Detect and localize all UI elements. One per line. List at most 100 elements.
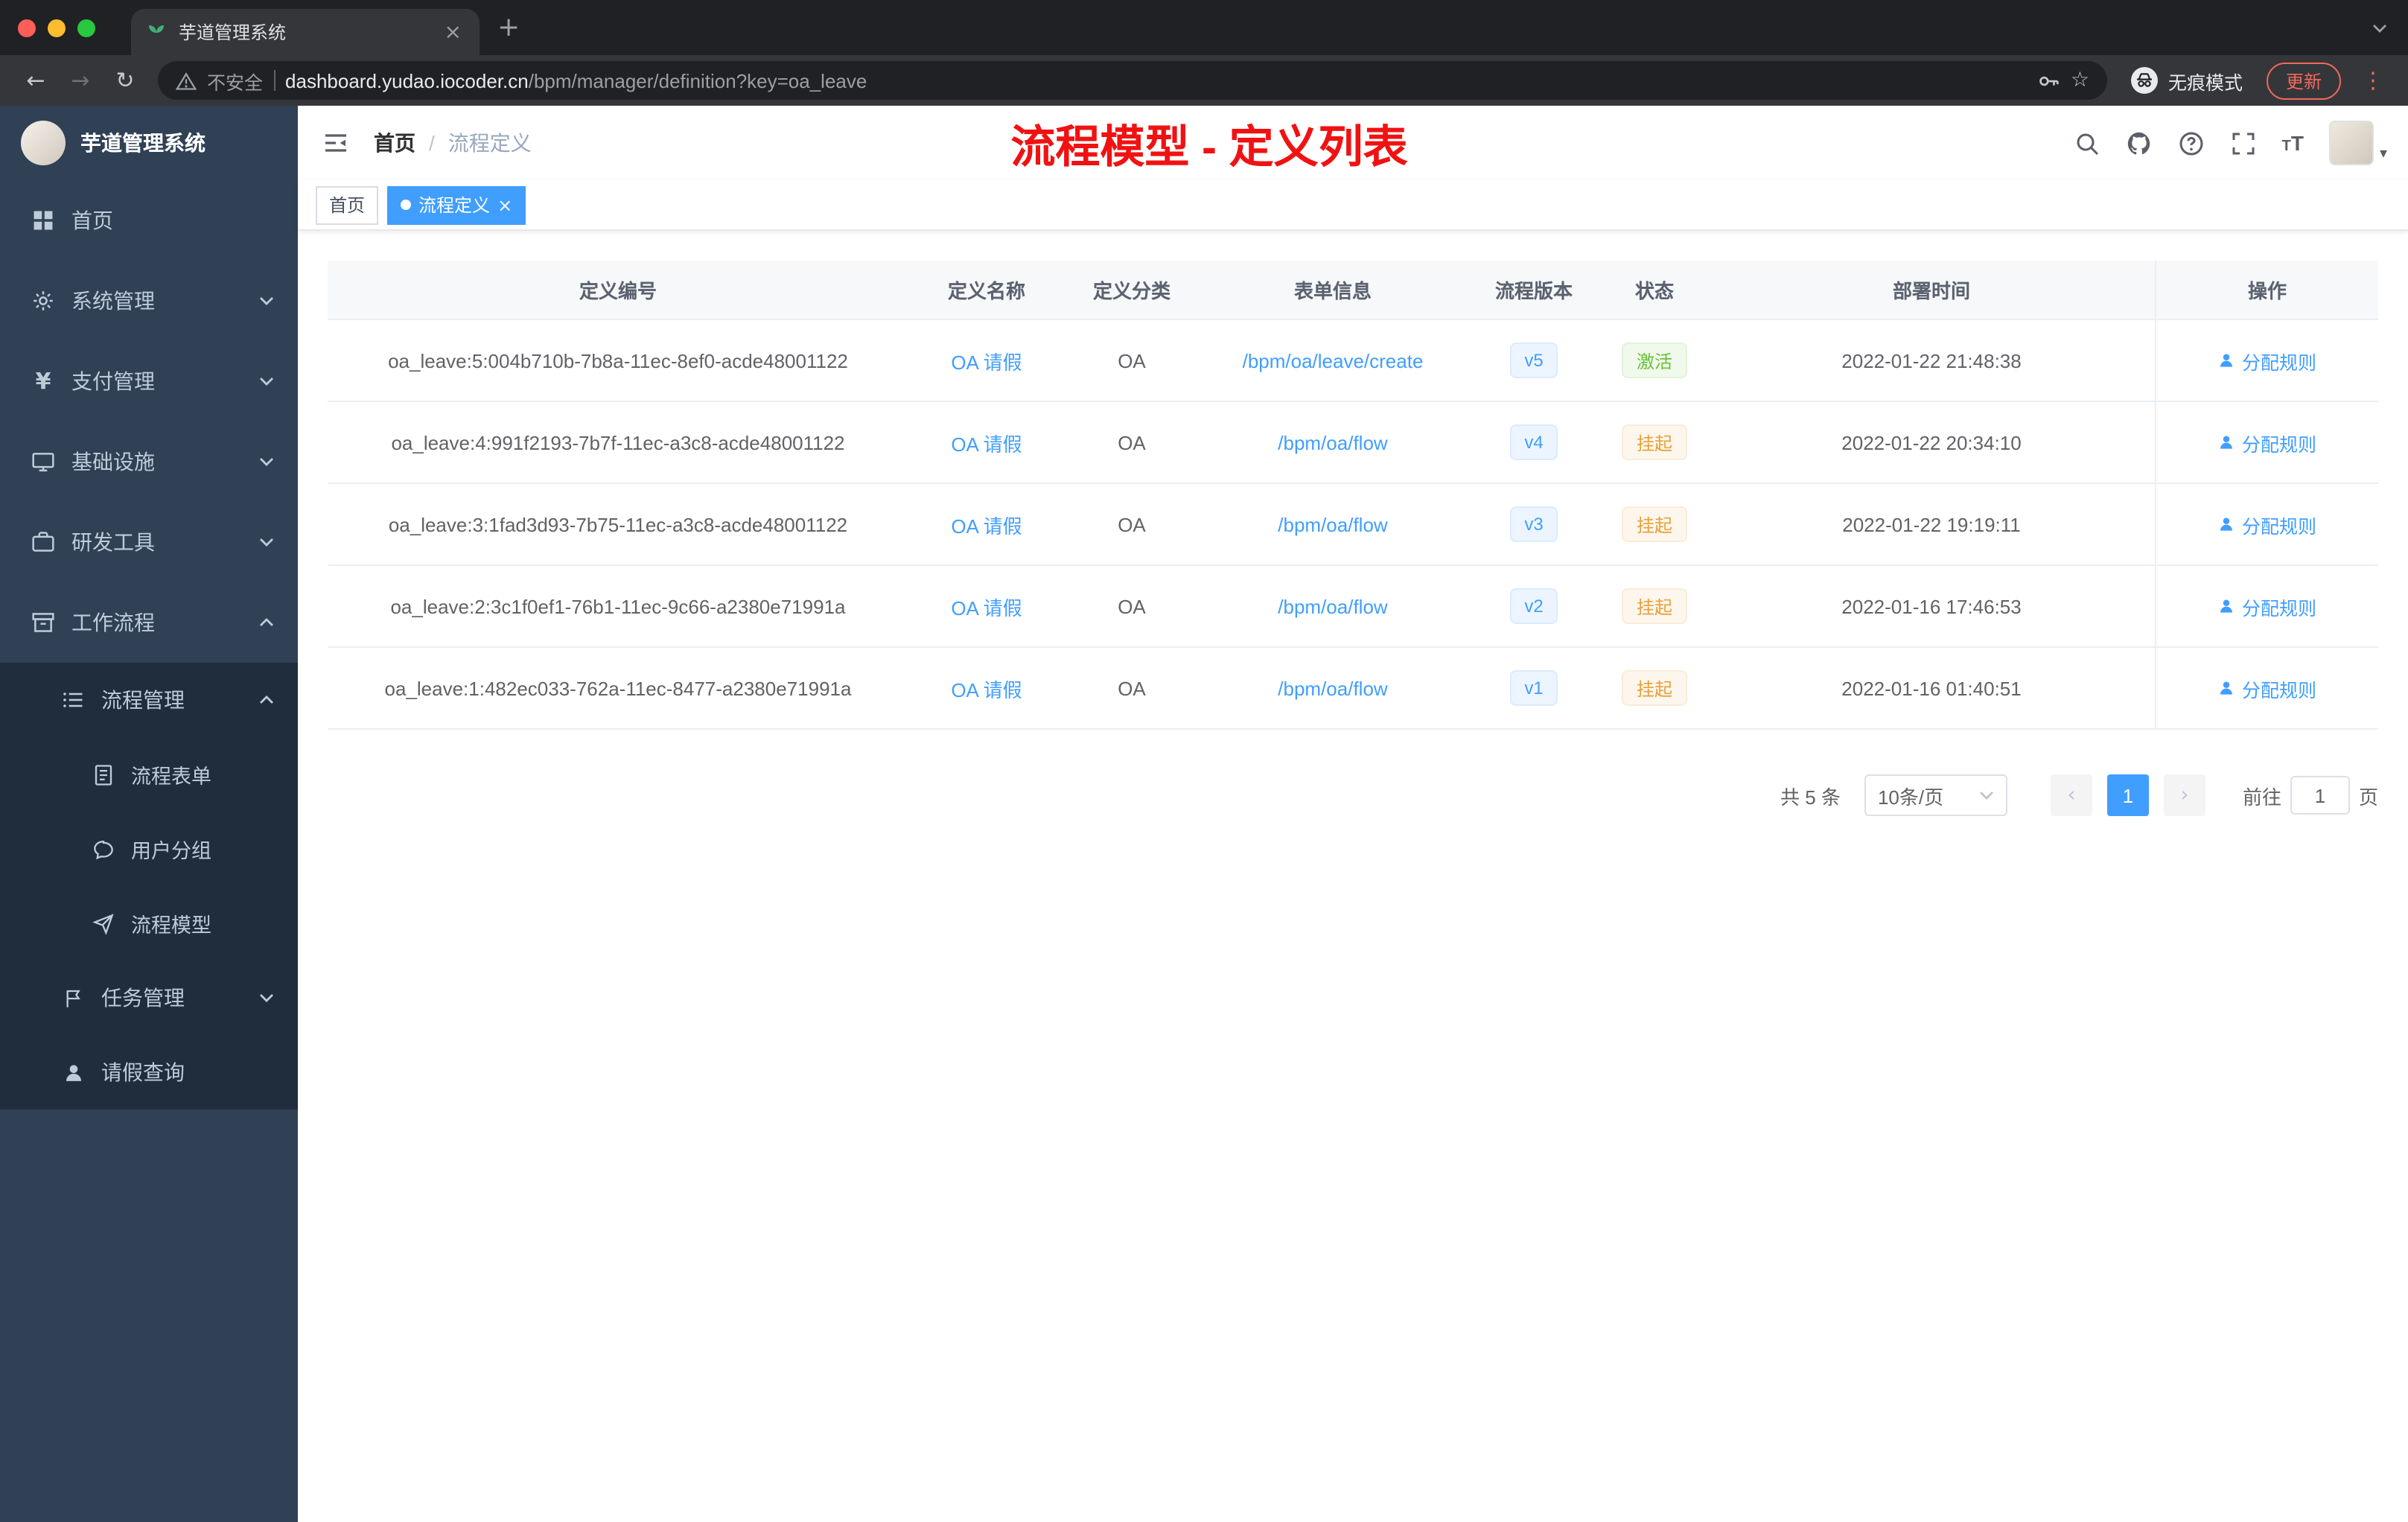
key-icon[interactable] [2038, 69, 2060, 92]
version-badge: v4 [1509, 424, 1558, 460]
definition-name-link[interactable]: OA 请假 [951, 346, 1022, 375]
status-badge: 挂起 [1621, 588, 1687, 624]
form-link[interactable]: /bpm/oa/leave/create [1243, 349, 1424, 372]
tag-process-definition[interactable]: 流程定义 × [387, 185, 526, 224]
address-bar[interactable]: 不安全 dashboard.yudao.iocoder.cn/bpm/manag… [158, 61, 2107, 100]
chevron-down-icon [1979, 792, 1993, 800]
sidebar-item-home[interactable]: 首页 [0, 180, 298, 261]
sidebar-item-workflow[interactable]: 工作流程 [0, 582, 298, 663]
form-link[interactable]: /bpm/oa/flow [1278, 513, 1387, 535]
sidebar-item-process-form[interactable]: 流程表单 [0, 737, 298, 812]
minimize-window-button[interactable] [48, 19, 66, 36]
user-icon [2220, 518, 2233, 531]
dashboard-icon [30, 207, 57, 234]
user-menu[interactable]: ▾ [2328, 121, 2387, 165]
logo-avatar [21, 121, 66, 165]
page-title-annotation: 流程模型 - 定义列表 [1010, 124, 1408, 173]
page-content: 定义编号 定义名称 定义分类 表单信息 流程版本 状态 部署时间 操作 oa_l… [298, 231, 2408, 1522]
page-number-button[interactable]: 1 [2106, 774, 2149, 816]
tab-close-icon[interactable]: × [442, 20, 465, 44]
table-row: oa_leave:1:482ec033-762a-11ec-8477-a2380… [328, 648, 2378, 730]
definition-id: oa_leave:5:004b710b-7b8a-11ec-8ef0-acde4… [388, 349, 848, 372]
sidebar-item-process-model[interactable]: 流程模型 [0, 886, 298, 961]
table-row: oa_leave:2:3c1f0ef1-76b1-11ec-9c66-a2380… [328, 566, 2378, 648]
prev-page-button[interactable]: ‹ [2050, 774, 2092, 816]
caret-down-icon: ▾ [2379, 146, 2387, 162]
sidebar-item-task-management[interactable]: 任务管理 [0, 961, 298, 1035]
definition-category: OA [1118, 595, 1146, 617]
status-badge: 挂起 [1621, 424, 1687, 460]
zoom-window-button[interactable] [77, 19, 95, 36]
table-row: oa_leave:3:1fad3d93-7b75-11ec-a3c8-acde4… [328, 484, 2378, 566]
toolbox-icon [30, 529, 57, 555]
sidebar-item-process-management[interactable]: 流程管理 [0, 663, 298, 737]
window-controls [0, 19, 110, 36]
table-header-row: 定义编号 定义名称 定义分类 表单信息 流程版本 状态 部署时间 操作 [328, 261, 2378, 320]
browser-menu-icon[interactable]: ⋮ [2353, 67, 2393, 94]
sidebar-item-system[interactable]: 系统管理 [0, 261, 298, 341]
tab-search-chevron-icon[interactable] [2351, 23, 2408, 32]
forward-button[interactable]: → [60, 67, 101, 94]
form-link[interactable]: /bpm/oa/flow [1278, 677, 1387, 699]
assign-rule-link[interactable]: 分配规则 [2218, 346, 2316, 375]
screen: 芋道管理系统 × + ← → ↻ 不安全 dashboard.yudao.ioc… [0, 0, 2408, 1522]
bookmark-star-icon[interactable]: ☆ [2071, 69, 2089, 92]
search-icon[interactable] [2074, 130, 2100, 156]
definition-category: OA [1118, 513, 1146, 535]
next-page-button[interactable]: › [2163, 774, 2205, 816]
definition-name-link[interactable]: OA 请假 [951, 510, 1022, 538]
user-icon [2220, 354, 2233, 367]
user-avatar[interactable] [2328, 121, 2374, 165]
chevron-up-icon [259, 695, 274, 704]
logo-title: 芋道管理系统 [80, 131, 206, 155]
url-path: /bpm/manager/definition?key=oa_leave [528, 69, 867, 92]
pagination-total: 共 5 条 [1780, 786, 1841, 808]
hamburger-icon[interactable] [298, 130, 374, 156]
sidebar-item-payment[interactable]: ¥ 支付管理 [0, 341, 298, 421]
definition-category: OA [1118, 431, 1146, 453]
header-actions: TT ▾ [2074, 121, 2408, 165]
sidebar-item-infrastructure[interactable]: 基础设施 [0, 421, 298, 502]
user-icon [2220, 681, 2233, 695]
close-window-button[interactable] [18, 19, 36, 36]
assign-rule-link[interactable]: 分配规则 [2218, 428, 2316, 456]
definition-name-link[interactable]: OA 请假 [951, 674, 1022, 702]
incognito-badge: 无痕模式 [2130, 66, 2243, 95]
page-size-select[interactable]: 10条/页 [1864, 774, 2007, 816]
new-tab-button[interactable]: + [480, 13, 538, 41]
table-row: oa_leave:5:004b710b-7b8a-11ec-8ef0-acde4… [328, 320, 2378, 402]
incognito-label: 无痕模式 [2167, 72, 2243, 93]
deploy-time: 2022-01-16 17:46:53 [1841, 595, 2022, 617]
sidebar-logo: 芋道管理系统 [0, 106, 298, 180]
breadcrumb-home[interactable]: 首页 [374, 128, 415, 158]
update-button[interactable]: 更新 [2266, 62, 2341, 99]
tag-home[interactable]: 首页 [316, 185, 379, 224]
goto-page-input[interactable] [2290, 776, 2350, 815]
font-size-icon[interactable]: TT [2282, 131, 2304, 155]
breadcrumb-current: 流程定义 [447, 131, 532, 155]
status-badge: 激活 [1621, 343, 1687, 378]
help-icon[interactable] [2178, 130, 2205, 156]
definition-name-link[interactable]: OA 请假 [951, 592, 1022, 620]
fullscreen-icon[interactable] [2230, 130, 2257, 156]
browser-tab[interactable]: 芋道管理系统 × [131, 9, 480, 55]
tag-close-icon[interactable]: × [497, 196, 512, 214]
github-icon[interactable] [2126, 130, 2153, 156]
browser-toolbar: ← → ↻ 不安全 dashboard.yudao.iocoder.cn/bpm… [0, 55, 2408, 106]
col-header-id: 定义编号 [579, 280, 657, 302]
table-row: oa_leave:4:991f2193-7b7f-11ec-a3c8-acde4… [328, 402, 2378, 484]
sidebar-item-leave-query[interactable]: 请假查询 [0, 1035, 298, 1109]
definition-id: oa_leave:1:482ec033-762a-11ec-8477-a2380… [384, 677, 852, 699]
gear-icon [30, 287, 57, 314]
send-icon [89, 910, 116, 937]
sidebar-item-user-group[interactable]: 用户分组 [0, 812, 298, 886]
assign-rule-link[interactable]: 分配规则 [2218, 510, 2316, 538]
back-button[interactable]: ← [15, 67, 57, 94]
form-link[interactable]: /bpm/oa/flow [1278, 595, 1387, 617]
assign-rule-link[interactable]: 分配规则 [2218, 674, 2316, 702]
reload-button[interactable]: ↻ [104, 67, 146, 94]
definition-name-link[interactable]: OA 请假 [951, 428, 1022, 456]
form-link[interactable]: /bpm/oa/flow [1278, 431, 1387, 453]
sidebar-item-devtools[interactable]: 研发工具 [0, 502, 298, 582]
assign-rule-link[interactable]: 分配规则 [2218, 592, 2316, 620]
